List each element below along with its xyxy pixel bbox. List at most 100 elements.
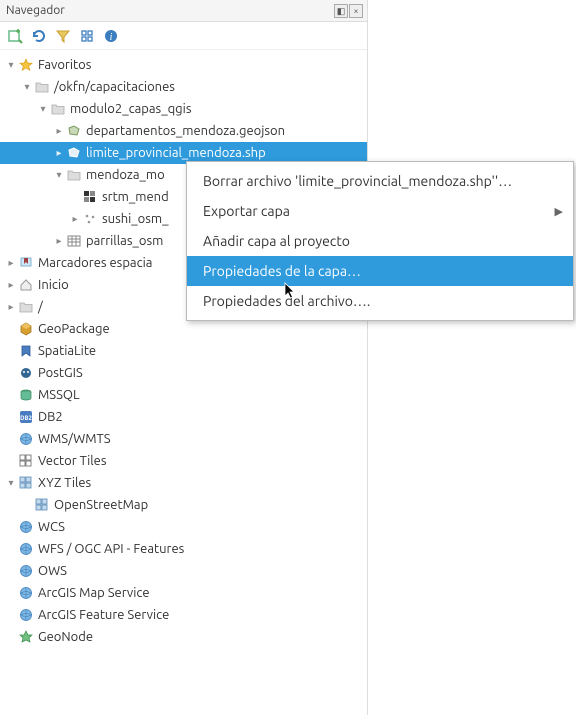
tree-label: sushi_osm_: [102, 212, 169, 226]
globe-icon: [18, 607, 34, 623]
tree-label: XYZ Tiles: [38, 476, 91, 490]
db2-icon: DB2: [18, 409, 34, 425]
tree-item-osm[interactable]: OpenStreetMap: [0, 494, 367, 516]
cm-add-layer[interactable]: Añadir capa al proyecto: [187, 226, 573, 256]
tree-label: GeoPackage: [38, 322, 110, 336]
submenu-arrow-icon: ▶: [555, 205, 563, 218]
tree-label: /okfn/capacitaciones: [54, 80, 175, 94]
tree-item-arcgisfeature[interactable]: ArcGIS Feature Service: [0, 604, 367, 626]
tree-item-xyz[interactable]: ▾ XYZ Tiles: [0, 472, 367, 494]
tree-item-wfs[interactable]: WFS / OGC API - Features: [0, 538, 367, 560]
browser-panel: Navegador ◧ × i ▾ Favoritos: [0, 0, 368, 715]
tree-label: limite_provincial_mendoza.shp: [86, 146, 266, 160]
panel-title: Navegador: [4, 4, 65, 17]
tree-item-wms[interactable]: WMS/WMTS: [0, 428, 367, 450]
tree-label: Marcadores espacia: [38, 256, 153, 270]
caret-down-icon: ▾: [36, 103, 50, 115]
tree-item-geopackage[interactable]: GeoPackage: [0, 318, 367, 340]
tree-label: Vector Tiles: [38, 454, 107, 468]
collapse-all-icon[interactable]: [78, 27, 96, 45]
context-menu: Borrar archivo 'limite_provincial_mendoz…: [186, 161, 574, 321]
panel-header: Navegador ◧ ×: [0, 0, 367, 22]
caret-down-icon: ▾: [52, 169, 66, 181]
close-panel-button[interactable]: ×: [349, 4, 363, 18]
tree-label: OWS: [38, 564, 67, 578]
refresh-icon[interactable]: [30, 27, 48, 45]
canvas-area: [368, 0, 576, 715]
cm-file-properties[interactable]: Propiedades del archivo….: [187, 286, 573, 316]
caret-down-icon: ▾: [4, 477, 18, 489]
dock-button[interactable]: ◧: [334, 4, 348, 18]
tree-label: /: [38, 300, 43, 314]
tree-item-ows[interactable]: OWS: [0, 560, 367, 582]
raster-layer-icon: [82, 189, 98, 205]
add-layer-icon[interactable]: [6, 27, 24, 45]
folder-icon: [18, 299, 34, 315]
geonode-icon: [18, 629, 34, 645]
tree-item-modulo2[interactable]: ▾ modulo2_capas_qgis: [0, 98, 367, 120]
tree-label: MSSQL: [38, 388, 80, 402]
xyz-tiles-icon: [18, 475, 34, 491]
tree-item-arcgismap[interactable]: ArcGIS Map Service: [0, 582, 367, 604]
tree-label: PostGIS: [38, 366, 83, 380]
tree-item-departamentos[interactable]: ▸ departamentos_mendoza.geojson: [0, 120, 367, 142]
tree-label: Inicio: [38, 278, 69, 292]
table-icon: [66, 233, 82, 249]
tree-label: departamentos_mendoza.geojson: [86, 124, 285, 138]
folder-icon: [66, 167, 82, 183]
star-icon: [18, 57, 34, 73]
caret-right-icon: ▸: [52, 235, 66, 247]
browser-toolbar: i: [0, 22, 367, 50]
caret-right-icon: ▸: [52, 147, 66, 159]
caret-right-icon: ▸: [68, 213, 82, 225]
tree-item-db2[interactable]: DB2 DB2: [0, 406, 367, 428]
caret-right-icon: ▸: [4, 257, 18, 269]
cm-layer-properties[interactable]: Propiedades de la capa…: [187, 256, 573, 286]
folder-icon: [50, 101, 66, 117]
globe-icon: [18, 563, 34, 579]
filter-icon[interactable]: [54, 27, 72, 45]
polygon-layer-icon: [66, 145, 82, 161]
cm-delete-file[interactable]: Borrar archivo 'limite_provincial_mendoz…: [187, 166, 573, 196]
tree-item-okfn[interactable]: ▾ /okfn/capacitaciones: [0, 76, 367, 98]
spatialite-icon: [18, 343, 34, 359]
tree-label: SpatiaLite: [38, 344, 96, 358]
mssql-icon: [18, 387, 34, 403]
tree-item-wcs[interactable]: WCS: [0, 516, 367, 538]
tree-item-geonode[interactable]: GeoNode: [0, 626, 367, 648]
tree-label: parrillas_osm: [86, 234, 163, 248]
tree-label: Favoritos: [38, 58, 91, 72]
vector-tiles-icon: [18, 453, 34, 469]
cm-export-layer[interactable]: Exportar capa ▶: [187, 196, 573, 226]
polygon-layer-icon: [66, 123, 82, 139]
caret-right-icon: ▸: [4, 279, 18, 291]
tree-item-spatialite[interactable]: SpatiaLite: [0, 340, 367, 362]
cm-label: Exportar capa: [203, 203, 290, 219]
cm-label: Borrar archivo 'limite_provincial_mendoz…: [203, 173, 512, 189]
properties-icon[interactable]: i: [102, 27, 120, 45]
tree-label: modulo2_capas_qgis: [70, 102, 191, 116]
globe-icon: [18, 431, 34, 447]
caret-down-icon: ▾: [4, 59, 18, 71]
geopackage-icon: [18, 321, 34, 337]
tree-item-postgis[interactable]: PostGIS: [0, 362, 367, 384]
tree-label: WFS / OGC API - Features: [38, 542, 184, 556]
cm-label: Propiedades del archivo….: [203, 293, 370, 309]
home-icon: [18, 277, 34, 293]
tree-item-vectortiles[interactable]: Vector Tiles: [0, 450, 367, 472]
panel-controls: ◧ ×: [333, 4, 363, 18]
bookmark-icon: [18, 255, 34, 271]
xyz-tiles-icon: [34, 497, 50, 513]
globe-icon: [18, 541, 34, 557]
folder-icon: [34, 79, 50, 95]
tree-label: ArcGIS Map Service: [38, 586, 150, 600]
browser-tree: ▾ Favoritos ▾ /okfn/capacitaciones ▾ mod…: [0, 50, 367, 652]
tree-label: OpenStreetMap: [54, 498, 148, 512]
globe-icon: [18, 585, 34, 601]
postgis-icon: [18, 365, 34, 381]
tree-label: WCS: [38, 520, 65, 534]
point-layer-icon: [82, 211, 98, 227]
tree-label: WMS/WMTS: [38, 432, 111, 446]
tree-item-favoritos[interactable]: ▾ Favoritos: [0, 54, 367, 76]
tree-item-mssql[interactable]: MSSQL: [0, 384, 367, 406]
